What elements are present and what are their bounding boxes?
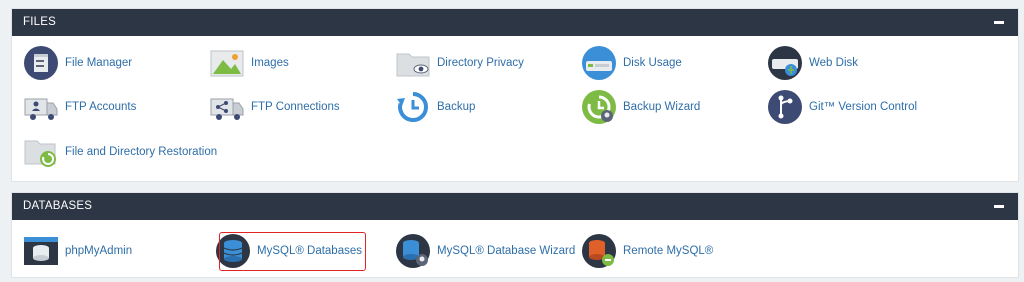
backup-wizard-label: Backup Wizard [623,101,701,113]
databases-panel: DATABASES phpMyAdmin MySQL® Databases My… [11,192,1019,278]
ftp-accounts-label: FTP Accounts [65,101,137,113]
git-version-control-label: Git™ Version Control [809,101,918,113]
disk-usage-label: Disk Usage [623,57,682,69]
disk-usage-icon [581,45,617,81]
backup-icon [395,89,431,125]
databases-panel-title: DATABASES [23,200,93,212]
remote-mysql-label: Remote MySQL® [623,245,714,257]
databases-panel-header[interactable]: DATABASES [12,193,1018,220]
mysql-wizard-link[interactable]: MySQL® Database Wizard [395,233,575,269]
file-restoration-link[interactable]: File and Directory Restoration [23,134,217,170]
files-panel-header[interactable]: FILES [12,9,1018,36]
file-manager-link[interactable]: File Manager [23,45,132,81]
phpmyadmin-link[interactable]: phpMyAdmin [23,233,132,269]
files-panel-title: FILES [23,16,56,28]
phpmyadmin-icon [23,233,59,269]
images-label: Images [251,57,289,69]
mysql-wizard-label: MySQL® Database Wizard [437,245,576,257]
disk-usage-link[interactable]: Disk Usage [581,45,682,81]
file-manager-icon [23,45,59,81]
directory-privacy-label: Directory Privacy [437,57,524,69]
backup-link[interactable]: Backup [395,89,475,125]
files-collapse-icon[interactable] [994,21,1004,24]
ftp-accounts-icon [23,89,59,125]
remote-mysql-icon [581,233,617,269]
mysql-wizard-icon [395,233,431,269]
backup-wizard-link[interactable]: Backup Wizard [581,89,700,125]
directory-privacy-link[interactable]: Directory Privacy [395,45,524,81]
file-restoration-icon [23,134,59,170]
databases-collapse-icon[interactable] [994,205,1004,208]
mysql-databases-link[interactable]: MySQL® Databases [215,233,362,269]
file-manager-label: File Manager [65,57,133,69]
git-icon [767,89,803,125]
ftp-connections-label: FTP Connections [251,101,340,113]
web-disk-link[interactable]: Web Disk [767,45,858,81]
backup-label: Backup [437,101,476,113]
ftp-accounts-link[interactable]: FTP Accounts [23,89,136,125]
ftp-connections-link[interactable]: FTP Connections [209,89,340,125]
remote-mysql-link[interactable]: Remote MySQL® [581,233,713,269]
directory-privacy-icon [395,45,431,81]
images-link[interactable]: Images [209,45,289,81]
web-disk-label: Web Disk [809,57,858,69]
mysql-databases-icon [215,233,251,269]
images-icon [209,45,245,81]
backup-wizard-icon [581,89,617,125]
mysql-databases-label: MySQL® Databases [257,245,362,257]
git-version-control-link[interactable]: Git™ Version Control [767,89,917,125]
file-restoration-label: File and Directory Restoration [65,146,218,158]
ftp-connections-icon [209,89,245,125]
web-disk-icon [767,45,803,81]
files-panel: FILES File Manager Images Directory Priv… [11,8,1019,182]
phpmyadmin-label: phpMyAdmin [65,245,133,257]
